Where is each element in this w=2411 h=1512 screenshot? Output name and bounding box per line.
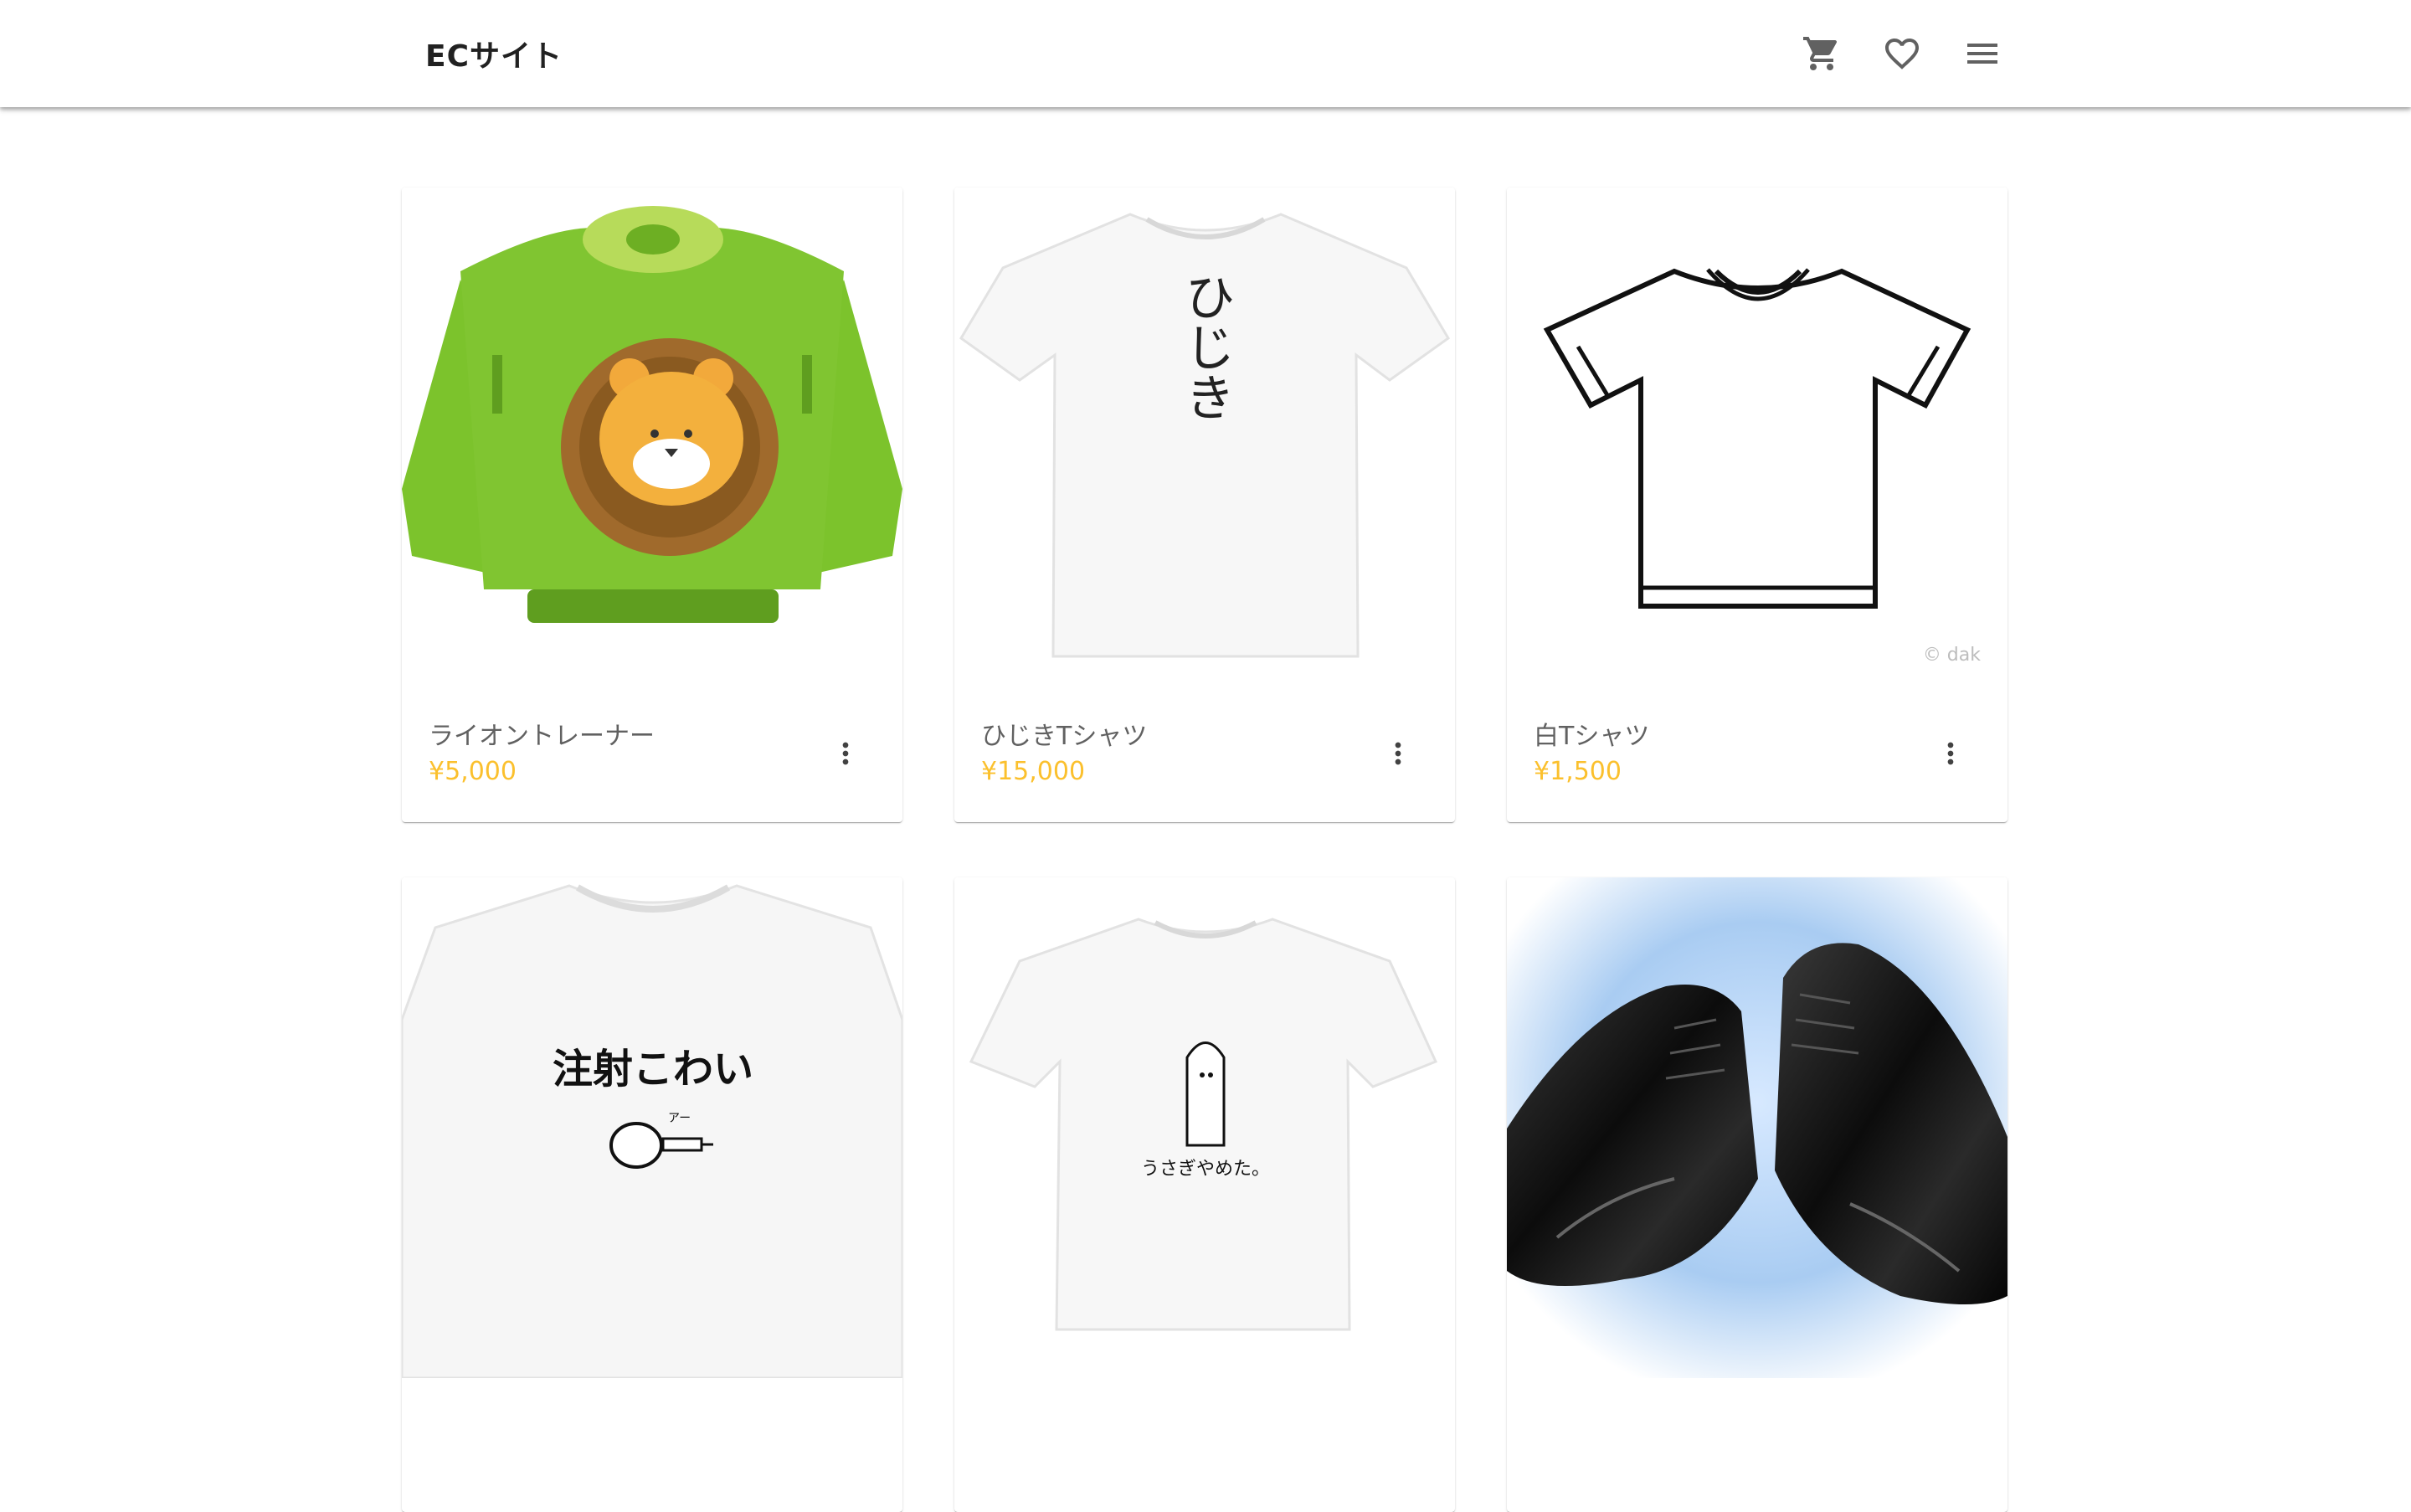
product-card[interactable] — [1507, 877, 2007, 1512]
tshirt-print-text: ひじき — [1176, 271, 1235, 422]
product-price: ¥15,000 — [981, 757, 1086, 786]
product-image-white-tshirt[interactable]: © dak — [1507, 188, 2007, 688]
product-card[interactable]: © dak 白Tシャツ ¥1,500 — [1507, 188, 2007, 822]
site-title[interactable]: ECサイト — [425, 32, 563, 75]
favorites-button[interactable] — [1875, 27, 1929, 80]
product-image-usagi-yameta-tshirt[interactable]: うさぎやめた。 — [954, 877, 1455, 1378]
menu-icon — [1967, 44, 1997, 64]
product-price: ¥5,000 — [429, 757, 517, 786]
product-card[interactable]: 注射こわい アー — [402, 877, 902, 1512]
product-image-lion-sweater[interactable] — [402, 188, 902, 688]
image-watermark: © dak — [1922, 645, 1981, 666]
more-vert-icon — [1947, 742, 1954, 765]
product-image-black-leather-shoes[interactable] — [1507, 877, 2007, 1378]
product-card[interactable]: ライオントレーナー ¥5,000 — [402, 188, 902, 822]
product-price: ¥1,500 — [1534, 757, 1622, 786]
more-options-button[interactable] — [1930, 733, 1971, 774]
cart-button[interactable] — [1795, 27, 1848, 80]
tshirt-print-small-text: アー — [668, 1112, 691, 1125]
tshirt-print-text: うさぎやめた。 — [1141, 1159, 1270, 1180]
more-vert-icon — [842, 742, 849, 765]
more-options-button[interactable] — [825, 733, 866, 774]
product-name[interactable]: 白Tシャツ — [1534, 715, 1649, 752]
more-vert-icon — [1395, 742, 1401, 765]
more-options-button[interactable] — [1378, 733, 1418, 774]
cart-icon — [1803, 37, 1838, 70]
tshirt-print-text: 注射こわい — [553, 1046, 753, 1093]
product-image-hijiki-tshirt[interactable]: ひじき — [954, 188, 1455, 688]
menu-button[interactable] — [1956, 27, 2009, 80]
product-card[interactable]: ひじき ひじきTシャツ ¥15,000 — [954, 188, 1455, 822]
product-image-chusha-kowai-tshirt[interactable]: 注射こわい アー — [402, 877, 902, 1378]
product-name[interactable]: ひじきTシャツ — [981, 715, 1147, 752]
favorite-border-icon — [1885, 39, 1919, 69]
product-name[interactable]: ライオントレーナー — [429, 715, 655, 752]
app-bar: ECサイト — [0, 0, 2411, 107]
product-card[interactable]: うさぎやめた。 — [954, 877, 1455, 1512]
